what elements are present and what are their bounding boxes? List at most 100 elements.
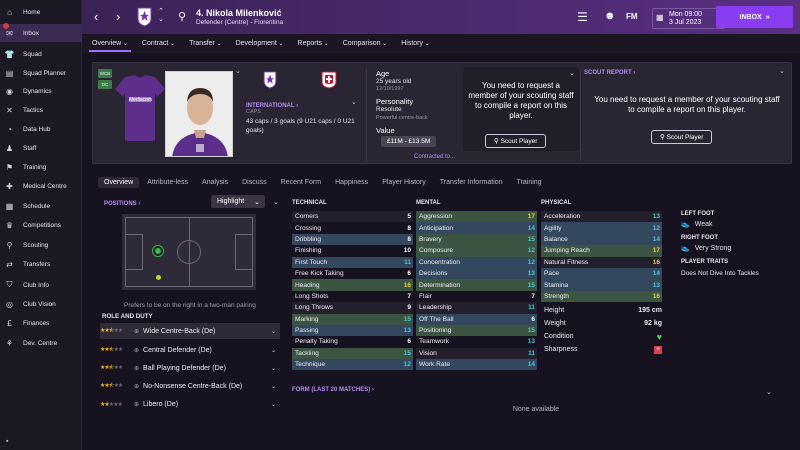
attribute-row[interactable]: Marking 15	[292, 313, 413, 325]
player-switch-chevrons-icon[interactable]: ⌃ ⌄	[158, 8, 164, 24]
subtab-recent-form[interactable]: Recent Form	[275, 177, 327, 188]
role-row[interactable]: ★★⯪★★ ⊕ Ball Playing Defender (De) ⌄	[100, 360, 280, 376]
attribute-row[interactable]: Crossing 8	[292, 222, 413, 233]
subtab-analysis[interactable]: Analysis	[196, 177, 234, 188]
tab-contract[interactable]: Contract ⌄	[142, 37, 175, 50]
subtab-overview[interactable]: Overview	[98, 177, 140, 188]
role-row[interactable]: ★★★★★ ⊕ Libero (De) ⌄	[100, 396, 280, 412]
sidebar-item-data-hub[interactable]: ◔ Data Hub	[0, 120, 82, 138]
value-pill[interactable]: £11M - £13.5M	[381, 136, 437, 147]
role-row[interactable]: ★★⯪★★ ⊕ Central Defender (De) ⌄	[100, 342, 280, 358]
attribute-row[interactable]: Penalty Taking 6	[292, 336, 413, 347]
sidebar-item-club-vision[interactable]: ◎ Club Vision	[0, 295, 82, 313]
sidebar-item-scouting[interactable]: ⚲ Scouting	[0, 236, 82, 254]
card-dropdown-icon[interactable]: ⌄	[569, 69, 575, 77]
fm-logo[interactable]: FM	[626, 12, 638, 21]
inbox-continue-button[interactable]: INBOX »	[716, 6, 793, 28]
sidebar-item-medical-centre[interactable]: ✚ Medical Centre	[0, 177, 82, 195]
sidebar-item-schedule[interactable]: ▦ Schedule	[0, 197, 82, 215]
attribute-row[interactable]: Free Kick Taking 6	[292, 268, 413, 279]
sidebar-item-staff[interactable]: ♟ Staff	[0, 139, 82, 157]
attribute-row[interactable]: Corners 5	[292, 211, 413, 223]
club-crest-icon[interactable]	[263, 71, 277, 89]
sidebar-item-transfers[interactable]: ⇄ Transfers	[0, 255, 82, 273]
attribute-row[interactable]: Agility 12	[541, 222, 662, 234]
attribute-row[interactable]: Technique 12	[292, 359, 413, 371]
attribute-row[interactable]: Determination 15	[416, 279, 537, 291]
attribute-row[interactable]: Flair 7	[416, 291, 537, 302]
subtab-player-history[interactable]: Player History	[376, 177, 432, 188]
subtab-training[interactable]: Training	[511, 177, 548, 188]
attribute-row[interactable]: Positioning 15	[416, 324, 537, 337]
attribute-row[interactable]: Dribbling 8	[292, 233, 413, 246]
back-arrow-icon[interactable]: ‹	[94, 9, 98, 24]
attribute-row[interactable]: Long Throws 9	[292, 302, 413, 314]
scout-player-button-2[interactable]: ⚲ Scout Player	[651, 130, 713, 144]
attribute-row[interactable]: Natural Fitness 16	[541, 256, 662, 268]
scout-report-dropdown-icon[interactable]: ⌄	[779, 67, 785, 75]
attribute-row[interactable]: Decisions 13	[416, 267, 537, 280]
sidebar-item-training[interactable]: ⚑ Training	[0, 158, 82, 176]
attribute-row[interactable]: Strength 16	[541, 290, 662, 303]
attribute-row[interactable]: Jumping Reach 17	[541, 245, 662, 257]
subtab-transfer-information[interactable]: Transfer Information	[434, 177, 509, 188]
attribute-row[interactable]: Stamina 13	[541, 279, 662, 291]
positions-dropdown-icon[interactable]: ⌄	[273, 198, 279, 206]
attribute-row[interactable]: Heading 16	[292, 279, 413, 291]
role-row[interactable]: ★★⯪★★ ⊕ Wide Centre-Back (De) ⌄	[100, 323, 280, 339]
sidebar-item-competitions[interactable]: ♛ Competitions	[0, 216, 82, 234]
attribute-row[interactable]: Aggression 17	[416, 211, 537, 223]
subtab-discuss[interactable]: Discuss	[236, 177, 273, 188]
manager-mask-icon[interactable]: ☻	[604, 10, 616, 22]
attribute-row[interactable]: Pace 14	[541, 267, 662, 280]
tab-reports[interactable]: Reports ⌄	[298, 37, 329, 50]
positions-header[interactable]: POSITIONS ›	[104, 198, 140, 207]
attribute-row[interactable]: Anticipation 14	[416, 222, 537, 234]
form-header[interactable]: FORM (LAST 20 MATCHES) ›	[292, 384, 374, 393]
highlight-dropdown[interactable]: Highlight ⌄	[211, 195, 265, 208]
attribute-row[interactable]: Tackling 15	[292, 347, 413, 360]
menu-icon[interactable]: ☰	[577, 10, 588, 24]
search-icon[interactable]: ⚲	[178, 10, 186, 23]
attribute-row[interactable]: Acceleration 13	[541, 211, 662, 223]
attribute-row[interactable]: Passing 13	[292, 324, 413, 337]
sidebar-item-dev-centre[interactable]: ⚘ Dev. Centre	[0, 334, 82, 352]
contract-link[interactable]: Contracted to...	[414, 154, 455, 160]
attribute-row[interactable]: Off The Ball 6	[416, 313, 537, 325]
attribute-row[interactable]: Bravery 15	[416, 233, 537, 246]
role-row[interactable]: ★★⯪★★ ⊕ No-Nonsense Centre-Back (De) ⌄	[100, 378, 280, 394]
sidebar-item-dynamics[interactable]: ◉ Dynamics	[0, 82, 82, 100]
international-label-row[interactable]: INTERNATIONAL ›	[246, 100, 356, 109]
tab-overview[interactable]: Overview ⌄	[89, 37, 131, 52]
attribute-row[interactable]: Teamwork 13	[416, 336, 537, 347]
photo-dropdown-chevron-icon[interactable]: ⌄	[235, 67, 241, 75]
sidebar-item-tactics[interactable]: ✕ Tactics	[0, 101, 82, 119]
tab-development[interactable]: Development ⌄	[236, 37, 284, 50]
subtab-happiness[interactable]: Happiness	[329, 177, 374, 188]
scout-player-button[interactable]: ⚲ Scout Player	[485, 134, 547, 148]
form-dropdown-icon[interactable]: ⌄	[766, 388, 772, 396]
attribute-row[interactable]: Concentration 12	[416, 256, 537, 268]
tab-transfer[interactable]: Transfer ⌄	[189, 37, 222, 50]
sidebar-item-squad[interactable]: 👕 Squad	[0, 45, 82, 63]
fiorentina-crest-icon[interactable]	[137, 7, 152, 27]
attribute-row[interactable]: Work Rate 14	[416, 359, 537, 371]
attribute-row[interactable]: First Touch 11	[292, 256, 413, 268]
forward-arrow-icon[interactable]: ›	[116, 9, 120, 24]
tab-history[interactable]: History ⌄	[401, 37, 429, 50]
tab-comparison[interactable]: Comparison ⌄	[343, 37, 387, 50]
scout-report-header[interactable]: SCOUT REPORT ›	[584, 67, 635, 76]
attribute-row[interactable]: Leadership 11	[416, 302, 537, 314]
sidebar-item-home[interactable]: ⌂ Home	[0, 3, 82, 21]
sidebar-item-squad-planner[interactable]: ▤ Squad Planner	[0, 64, 82, 82]
attribute-row[interactable]: Composure 12	[416, 245, 537, 257]
date-display[interactable]: ▦ Mon 09:00 3 Jul 2023	[652, 8, 725, 29]
subtab-attribute-less[interactable]: Attribute-less	[141, 177, 194, 188]
sidebar-item-inbox[interactable]: ✉ Inbox	[0, 23, 82, 42]
sidebar-collapse-icon[interactable]: ▪	[6, 438, 8, 445]
national-crest-icon[interactable]	[321, 71, 337, 89]
attribute-row[interactable]: Finishing 10	[292, 245, 413, 256]
international-dropdown-icon[interactable]: ⌄	[351, 98, 357, 106]
sidebar-item-finances[interactable]: £ Finances	[0, 314, 82, 332]
sidebar-item-club-info[interactable]: ⛉ Club Info	[0, 276, 82, 294]
